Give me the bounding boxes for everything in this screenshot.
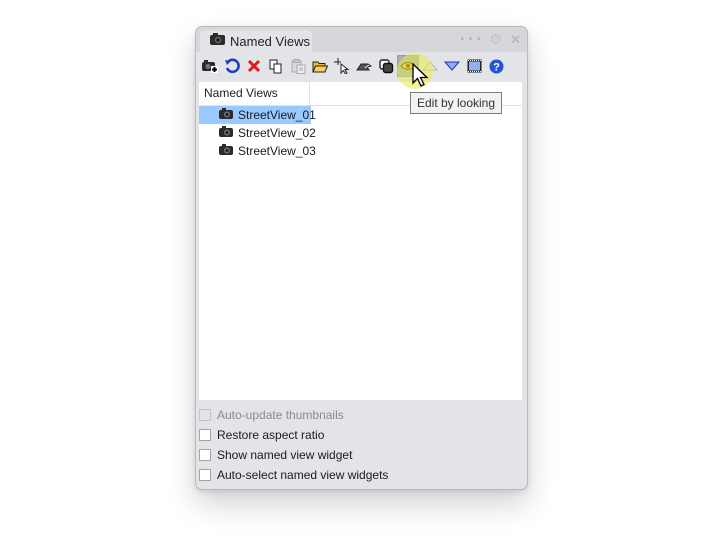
list-item[interactable]: StreetView_01 xyxy=(199,106,316,124)
camera-icon xyxy=(219,126,233,140)
checkbox[interactable] xyxy=(199,449,211,461)
list-item-label: StreetView_02 xyxy=(238,126,316,140)
option-label: Restore aspect ratio xyxy=(217,428,325,442)
tab-title: Named Views xyxy=(230,33,310,49)
triangle-down-icon xyxy=(444,61,460,71)
column-header-named-views[interactable]: Named Views xyxy=(199,82,310,105)
option-label: Auto-select named view widgets xyxy=(217,468,389,482)
camera-add-icon xyxy=(202,60,218,73)
option-auto-update-thumbnails[interactable]: Auto-update thumbnails xyxy=(199,405,522,425)
list-item-label: StreetView_03 xyxy=(238,144,316,158)
more-dots-icon[interactable]: • • • xyxy=(460,34,481,45)
red-x-icon xyxy=(247,59,261,73)
list-item[interactable]: StreetView_03 xyxy=(199,142,316,160)
paste-icon xyxy=(291,58,305,74)
camera-icon xyxy=(219,144,233,158)
option-show-named-view-widget[interactable]: Show named view widget xyxy=(199,445,522,465)
panel-titlebar: Named Views • • • ⚙ ✕ xyxy=(196,27,527,52)
option-auto-select-named-view-widgets[interactable]: Auto-select named view widgets xyxy=(199,465,522,485)
option-restore-aspect-ratio[interactable]: Restore aspect ratio xyxy=(199,425,522,445)
hand-icon xyxy=(356,63,372,71)
restore-view-button[interactable] xyxy=(221,55,243,77)
checkbox[interactable] xyxy=(199,429,211,441)
open-button[interactable] xyxy=(309,55,331,77)
film-frame-icon xyxy=(467,59,481,73)
gear-icon[interactable]: ⚙ xyxy=(490,31,503,48)
undo-arc-icon xyxy=(225,58,240,74)
option-label: Show named view widget xyxy=(217,448,353,462)
checkbox[interactable] xyxy=(199,469,211,481)
options-section: Auto-update thumbnails Restore aspect ra… xyxy=(199,405,522,485)
tab-named-views[interactable]: Named Views xyxy=(200,30,312,52)
delete-button[interactable] xyxy=(243,55,265,77)
mouse-cursor-icon xyxy=(412,63,429,87)
viewport-button[interactable] xyxy=(463,55,485,77)
copy-button[interactable] xyxy=(265,55,287,77)
help-button[interactable]: ? xyxy=(485,55,507,77)
folder-icon xyxy=(312,61,328,72)
close-icon[interactable]: ✕ xyxy=(510,32,521,48)
move-down-button[interactable] xyxy=(441,55,463,77)
stack-icon xyxy=(378,58,393,73)
select-button[interactable] xyxy=(331,55,353,77)
svg-text:?: ? xyxy=(493,61,500,73)
checkbox[interactable] xyxy=(199,409,211,421)
list-item[interactable]: StreetView_02 xyxy=(199,124,316,142)
copy-icon xyxy=(269,59,282,73)
camera-icon xyxy=(210,32,225,50)
camera-icon xyxy=(219,108,233,122)
help-icon: ? xyxy=(489,59,503,73)
list-item-label: StreetView_01 xyxy=(238,108,316,122)
save-view-button[interactable] xyxy=(199,55,221,77)
duplicate-button[interactable] xyxy=(375,55,397,77)
option-label: Auto-update thumbnails xyxy=(217,408,344,422)
paste-button[interactable] xyxy=(287,55,309,77)
tooltip: Edit by looking xyxy=(410,92,502,114)
import-button[interactable] xyxy=(353,55,375,77)
named-views-list: Named Views StreetView_01 StreetView_02 … xyxy=(199,82,522,400)
toolbar: ? xyxy=(199,55,507,77)
select-cursor-icon xyxy=(334,58,350,74)
